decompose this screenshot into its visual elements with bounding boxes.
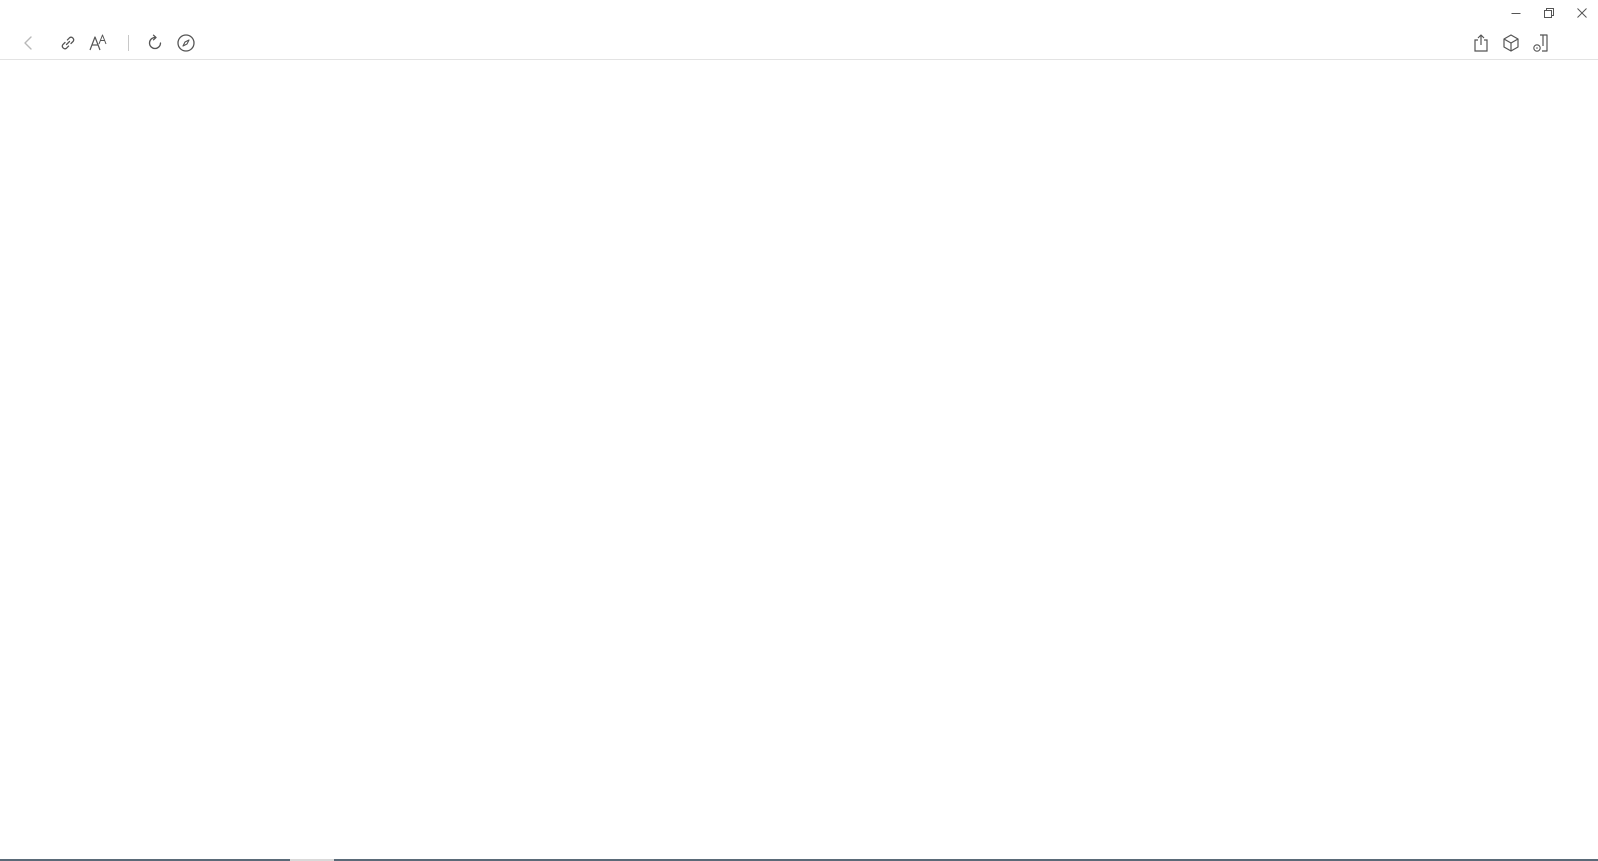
link-button[interactable] [55,30,81,56]
minimize-button[interactable] [1499,0,1532,26]
app-window [0,0,1598,861]
minimize-icon [1511,8,1521,18]
restore-button[interactable] [1532,0,1565,26]
device-settings-button[interactable] [1528,30,1554,56]
device-settings-icon [1531,33,1551,53]
link-icon [59,34,77,52]
package-button[interactable] [1498,30,1524,56]
navigate-button[interactable] [173,30,199,56]
back-button[interactable] [16,30,42,56]
chevron-left-icon [21,35,37,51]
share-icon [1472,33,1490,53]
content-area [0,60,1598,861]
refresh-icon [146,34,164,52]
share-button[interactable] [1468,30,1494,56]
window-controls [1499,0,1598,26]
restore-icon [1543,8,1554,18]
toolbar-separator [128,35,129,51]
close-icon [1576,8,1587,18]
text-size-button[interactable] [86,30,112,56]
title-bar [0,0,1598,26]
text-size-icon [89,34,109,52]
refresh-button[interactable] [142,30,168,56]
cube-icon [1501,33,1521,53]
compass-icon [176,33,196,53]
close-button[interactable] [1565,0,1598,26]
toolbar [0,26,1598,60]
